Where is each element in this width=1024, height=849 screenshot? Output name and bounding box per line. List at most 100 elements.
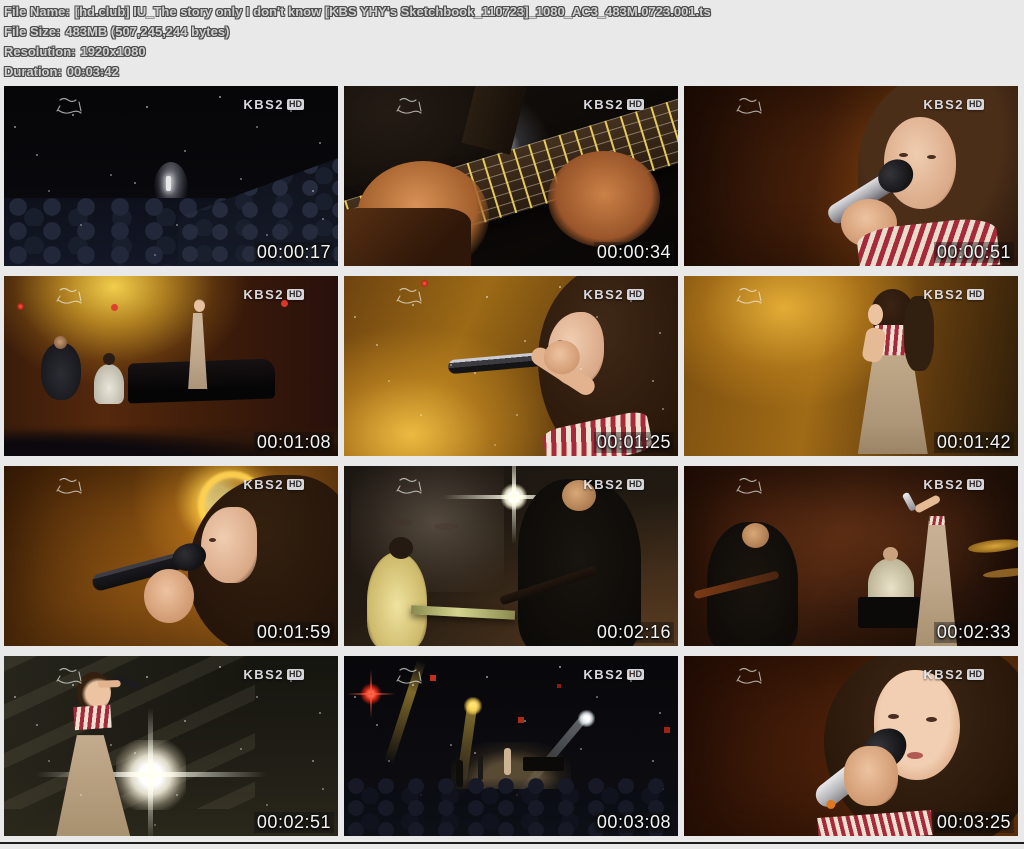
star-speckles [354, 696, 356, 698]
star-speckles [354, 316, 356, 318]
timestamp-overlay: 00:00:17 [253, 242, 334, 263]
scene-shape [144, 568, 195, 623]
sketchbook-watermark-icon [736, 667, 762, 684]
sketchbook-watermark-icon [56, 287, 82, 304]
scene-shape [443, 466, 586, 544]
kbs2-hd-logo: KBS2 HD [923, 477, 984, 492]
hd-badge: HD [287, 99, 304, 110]
scene-shape [447, 349, 569, 375]
scene-shape [577, 710, 595, 727]
scene-shape [547, 150, 660, 247]
video-thumbnail: KBS2 HD 00:00:34 [344, 86, 678, 266]
scene-shape [344, 208, 471, 266]
duration-line: Duration: 00:03:42 [4, 62, 711, 82]
scene-shape [201, 507, 258, 584]
video-thumbnail: KBS2 HD 00:02:51 [4, 656, 338, 836]
file-name-label: File Name: [4, 4, 70, 19]
kbs2-logo-text: KBS2 [243, 477, 284, 492]
sketchbook-watermark-icon [396, 667, 422, 684]
hd-badge: HD [627, 289, 644, 300]
video-thumbnail: KBS2 HD 00:02:33 [684, 466, 1018, 646]
hd-badge: HD [967, 479, 984, 490]
kbs2-hd-logo: KBS2 HD [583, 287, 644, 302]
scene-shape [73, 705, 112, 732]
scene-shape [40, 335, 81, 401]
sketchbook-watermark-icon [736, 287, 762, 304]
kbs2-logo-text: KBS2 [243, 287, 284, 302]
kbs2-hd-logo: KBS2 HD [583, 477, 644, 492]
file-name-value: [hd.club] IU_The story only I don't know… [74, 4, 711, 19]
scene-shape [858, 546, 929, 628]
hd-badge: HD [287, 479, 304, 490]
kbs2-logo-text: KBS2 [583, 97, 624, 112]
sketchbook-watermark-icon [396, 477, 422, 494]
scene-shape [967, 537, 1018, 555]
file-size-value: 483MB (507,245,244 bytes) [65, 24, 230, 39]
video-thumbnail: KBS2 HD 00:02:16 [344, 466, 678, 646]
timestamp-overlay: 00:02:16 [593, 622, 674, 643]
scene-shape [183, 299, 213, 447]
hd-badge: HD [967, 669, 984, 680]
hd-badge: HD [287, 669, 304, 680]
kbs2-hd-logo: KBS2 HD [583, 97, 644, 112]
video-thumbnail: KBS2 HD 00:01:42 [684, 276, 1018, 456]
hd-badge: HD [627, 99, 644, 110]
scene-shape [707, 521, 798, 646]
duration-label: Duration: [4, 64, 62, 79]
timestamp-overlay: 00:00:34 [593, 242, 674, 263]
star-speckles [14, 696, 16, 698]
timestamp-overlay: 00:00:51 [933, 242, 1014, 263]
sketchbook-watermark-icon [736, 97, 762, 114]
scene-shape [51, 672, 138, 836]
kbs2-hd-logo: KBS2 HD [583, 667, 644, 682]
timestamp-overlay: 00:01:25 [593, 432, 674, 453]
kbs2-logo-text: KBS2 [923, 287, 964, 302]
thumbnail-grid: KBS2 HD 00:00:17 KBS2 HD 00:00:34 KBS2 H… [4, 86, 1018, 836]
video-thumbnail: KBS2 HD 00:01:59 [4, 466, 338, 646]
video-thumbnail: KBS2 HD 00:00:17 [4, 86, 338, 266]
file-metadata-header: File Name: [hd.club] IU_The story only I … [4, 2, 711, 82]
timestamp-overlay: 00:02:51 [253, 812, 334, 833]
kbs2-logo-text: KBS2 [243, 667, 284, 682]
kbs2-hd-logo: KBS2 HD [923, 287, 984, 302]
kbs2-logo-text: KBS2 [583, 477, 624, 492]
timestamp-overlay: 00:03:25 [933, 812, 1014, 833]
bottom-divider [0, 842, 1024, 844]
video-thumbnail: KBS2 HD 00:01:25 [344, 276, 678, 456]
sketchbook-watermark-icon [56, 667, 82, 684]
scene-shape [346, 669, 395, 718]
resolution-label: Resolution: [4, 44, 76, 59]
scene-shape [367, 536, 428, 646]
kbs2-hd-logo: KBS2 HD [243, 97, 304, 112]
timestamp-overlay: 00:01:42 [933, 432, 1014, 453]
timestamp-overlay: 00:03:08 [593, 812, 674, 833]
duration-value: 00:03:42 [66, 64, 119, 79]
kbs2-hd-logo: KBS2 HD [923, 97, 984, 112]
kbs2-hd-logo: KBS2 HD [243, 287, 304, 302]
kbs2-logo-text: KBS2 [923, 97, 964, 112]
scene-shape [450, 742, 572, 790]
kbs2-logo-text: KBS2 [583, 287, 624, 302]
file-size-label: File Size: [4, 24, 61, 39]
scene-shape [816, 810, 932, 836]
scene-shape [904, 295, 935, 372]
video-thumbnail: KBS2 HD 00:03:25 [684, 656, 1018, 836]
scene-shape [844, 746, 899, 806]
kbs2-logo-text: KBS2 [923, 477, 964, 492]
timestamp-overlay: 00:01:08 [253, 432, 334, 453]
resolution-line: Resolution: 1920x1080 [4, 42, 711, 62]
scene-shape [94, 353, 125, 404]
scene-shape [17, 303, 25, 310]
star-speckles [14, 126, 16, 128]
kbs2-logo-text: KBS2 [583, 667, 624, 682]
video-thumbnail: KBS2 HD 00:03:08 [344, 656, 678, 836]
timestamp-overlay: 00:02:33 [933, 622, 1014, 643]
resolution-value: 1920x1080 [80, 44, 146, 59]
kbs2-logo-text: KBS2 [923, 667, 964, 682]
video-thumbnail: KBS2 HD 00:00:51 [684, 86, 1018, 266]
file-name-line: File Name: [hd.club] IU_The story only I … [4, 2, 711, 22]
scene-shape [464, 697, 483, 716]
sketchbook-watermark-icon [396, 287, 422, 304]
hd-badge: HD [287, 289, 304, 300]
hd-badge: HD [627, 669, 644, 680]
